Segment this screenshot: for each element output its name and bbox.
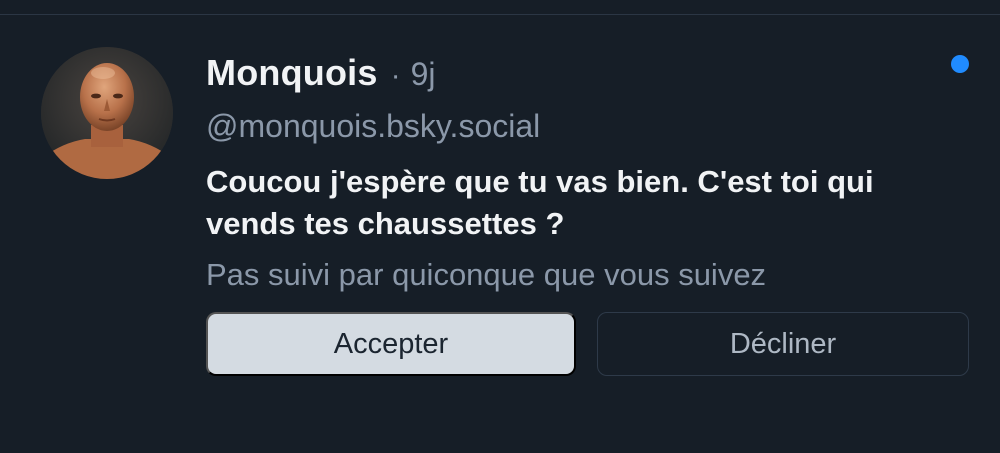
follow-info: Pas suivi par quiconque que vous suivez [206, 257, 767, 292]
avatar-photo [41, 47, 173, 179]
user-handle[interactable]: @monquois.bsky.social [206, 108, 540, 145]
unread-dot-icon [951, 55, 969, 73]
separator-dot: · [390, 59, 401, 92]
avatar[interactable] [41, 47, 173, 179]
header-line: Monquois · 9j [206, 52, 435, 96]
message-request: Monquois · 9j @monquois.bsky.social Couc… [0, 0, 1000, 438]
decline-button[interactable]: Décliner [597, 312, 969, 376]
accept-button[interactable]: Accepter [206, 312, 576, 376]
message-text: Coucou j'espère que tu vas bien. C'est t… [206, 164, 874, 241]
display-name[interactable]: Monquois [206, 52, 378, 94]
timestamp: 9j [410, 56, 436, 92]
